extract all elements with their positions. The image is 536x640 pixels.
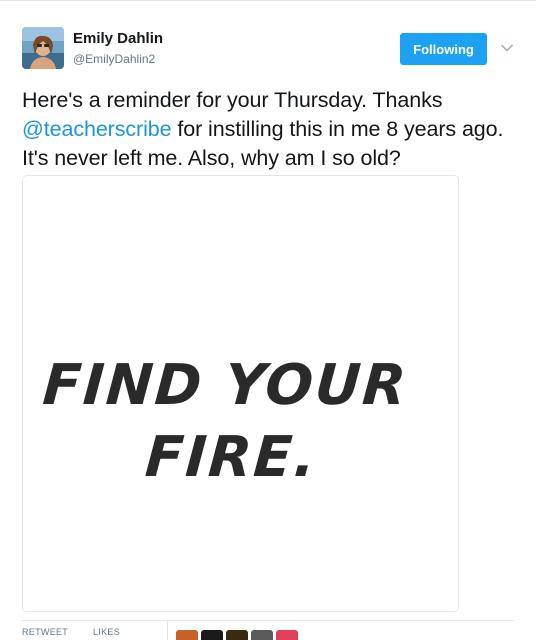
liker-avatar[interactable] <box>276 630 298 640</box>
liker-avatar[interactable] <box>251 630 273 640</box>
artwork-line-1: FIND YOUR <box>41 353 410 418</box>
tweet-card: Emily Dahlin @EmilyDahlin2 Following Her… <box>0 0 536 640</box>
stats-separator <box>167 621 168 640</box>
following-button[interactable]: Following <box>400 33 487 65</box>
liker-avatar[interactable] <box>201 630 223 640</box>
stats-divider <box>22 620 514 621</box>
mention-link[interactable]: @teacherscribe <box>22 117 172 141</box>
author-name[interactable]: Emily Dahlin <box>73 30 163 47</box>
author-handle[interactable]: @EmilyDahlin2 <box>73 52 155 66</box>
tweet-text: Here's a reminder for your Thursday. Tha… <box>22 86 527 173</box>
tweet-text-start: Here's a reminder for your Thursday. Tha… <box>22 88 443 112</box>
avatar[interactable] <box>22 27 64 69</box>
find-your-fire-artwork: FIND YOUR FIRE. <box>23 176 458 611</box>
likers-avatars <box>176 630 298 640</box>
chevron-down-icon[interactable] <box>498 39 516 57</box>
artwork-line-2: FIRE. <box>143 425 319 490</box>
retweets-label[interactable]: RETWEET <box>22 627 68 637</box>
tweet-image[interactable]: FIND YOUR FIRE. <box>22 175 459 612</box>
likes-label[interactable]: LIKES <box>93 627 120 637</box>
liker-avatar[interactable] <box>226 630 248 640</box>
top-divider <box>0 0 536 1</box>
liker-avatar[interactable] <box>176 630 198 640</box>
